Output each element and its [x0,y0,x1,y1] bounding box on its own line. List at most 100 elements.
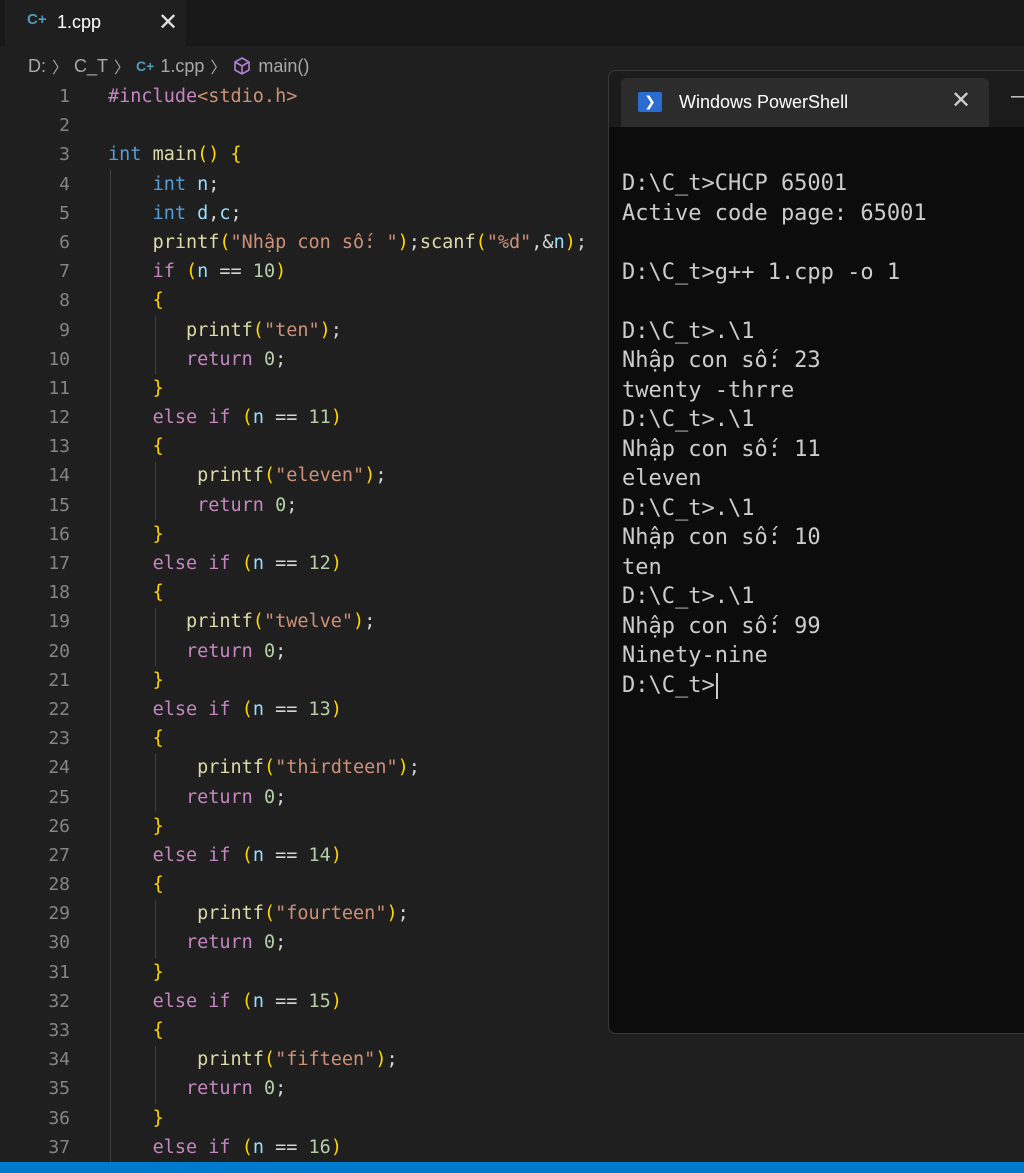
terminal-line: Nhập con số: 10 [622,523,927,553]
terminal-titlebar[interactable]: ❯ Windows PowerShell ✕ — [609,71,1024,127]
line-number: 2 [59,115,70,137]
code-line: } [152,669,164,691]
breadcrumb-folder[interactable]: C_T [74,56,108,77]
line-number: 31 [48,961,70,983]
status-bar [0,1162,1024,1173]
code-line: } [152,523,164,545]
code-line: else if (n == 11) [152,407,342,429]
terminal-line: D:\C_t>.\1 [622,317,927,347]
line-number: 34 [48,1049,70,1071]
text-cursor [715,672,718,699]
line-number: 5 [59,202,70,224]
terminal-line-text: Nhập con số: 11 [622,436,821,462]
breadcrumb-drive[interactable]: D: [28,56,46,77]
code-line: else if (n == 16) [152,1136,342,1158]
terminal-output[interactable]: D:\C_t>CHCP 65001 Active code page: 65001… [622,169,927,700]
code-line: } [152,377,164,399]
line-number: 11 [48,377,70,399]
terminal-line-text: eleven [622,466,702,491]
line-number: 8 [59,290,70,312]
line-number: 12 [48,407,70,429]
code-line: else if (n == 15) [152,990,342,1012]
code-line: return 0; [185,1078,287,1100]
code-line: #include<stdio.h> [108,86,298,107]
code-line: printf("ten"); [185,319,342,341]
code-line: int d,c; [152,202,242,224]
line-number: 13 [48,436,70,458]
terminal-line: Nhập con số: 11 [622,435,927,465]
code-line: { [152,582,164,604]
powershell-window[interactable]: ❯ Windows PowerShell ✕ — D:\C_t>CHCP 650… [608,70,1024,1034]
terminal-line-text: D:\C_t>CHCP 65001 [622,171,848,196]
terminal-line-text: Ninety-nine [622,643,768,668]
terminal-line-text: D:\C_t>.\1 [622,407,755,432]
line-number: 21 [48,669,70,691]
code-line: int n; [152,173,220,195]
terminal-line-text: ten [622,554,662,580]
terminal-line-text: twenty -thrre [622,377,795,403]
terminal-line: D:\C_t>CHCP 65001 [622,169,927,199]
line-number: 27 [48,844,70,866]
line-number: 14 [48,465,70,487]
line-number: 18 [48,582,70,604]
code-line: { [152,436,164,458]
terminal-line-text: Nhập con số: 99 [622,613,821,639]
terminal-line: D:\C_t>.\1 [622,405,927,435]
tab-label: 1.cpp [57,12,102,32]
minimize-icon[interactable]: — [1011,85,1024,108]
code-line: if (n == 10) [152,261,287,283]
code-line: else if (n == 14) [152,844,342,866]
terminal-line-text: D:\C_t>.\1 [622,495,755,521]
breadcrumb-symbol[interactable]: main() [258,56,309,77]
line-number: 32 [48,990,70,1012]
line-number: 28 [48,874,70,896]
powershell-icon: ❯ [638,92,662,112]
terminal-line: eleven [622,464,927,494]
tab-1-cpp[interactable]: C+ 1.cpp ✕ [5,0,186,46]
editor-tab-bar: C+ 1.cpp ✕ [0,0,1024,46]
line-number: 15 [48,494,70,516]
terminal-line: Nhập con số: 99 [622,612,927,642]
line-number: 36 [48,1107,70,1129]
code-line: return 0; [197,494,298,516]
breadcrumb-file[interactable]: 1.cpp [160,56,204,77]
line-number: 6 [59,231,70,253]
code-lines[interactable]: #include<stdio.h> int main() { int n; int… [108,82,587,1162]
line-number: 19 [48,611,70,633]
code-line: { [152,728,164,750]
method-cube-icon [234,57,251,75]
terminal-line-text: Nhập con số: 10 [622,525,821,550]
code-line: printf("twelve"); [185,611,376,633]
line-number: 7 [59,261,70,283]
code-line: } [152,1107,164,1129]
tab-powershell[interactable]: ❯ Windows PowerShell ✕ [621,78,989,127]
code-line: printf("Nhập con số: ");scanf("%d",&n); [152,231,587,253]
code-line: printf("fifteen"); [197,1049,398,1071]
code-line: } [152,961,164,983]
terminal-line: twenty -thrre [622,376,927,406]
terminal-line-text: D:\C_t>g++ 1.cpp -o 1 [622,259,901,285]
line-number: 16 [48,523,70,545]
terminal-line: D:\C_t>.\1 [622,582,927,612]
code-line: printf("fourteen"); [197,903,409,925]
terminal-line: Nhập con số: 23 [622,346,927,376]
close-icon[interactable]: ✕ [951,86,971,115]
code-line: int main() { [108,144,242,166]
close-icon[interactable]: ✕ [158,8,178,37]
line-number: 33 [48,1020,70,1041]
code-line: { [152,874,164,896]
code-line: printf("thirdteen"); [197,757,420,779]
line-number: 37 [48,1136,70,1158]
terminal-title: Windows PowerShell [679,92,849,112]
terminal-line-text: D:\C_t> [622,672,715,698]
chevron-right-icon: 〉 [114,60,131,77]
line-number: 4 [59,173,70,195]
terminal-line: D:\C_t> [622,671,927,701]
terminal-line-text: D:\C_t>.\1 [622,584,755,609]
terminal-line: Active code page: 65001 [622,199,927,229]
terminal-line: D:\C_t>g++ 1.cpp -o 1 [622,258,927,288]
line-number: 24 [48,757,70,779]
line-number: 3 [59,144,70,166]
